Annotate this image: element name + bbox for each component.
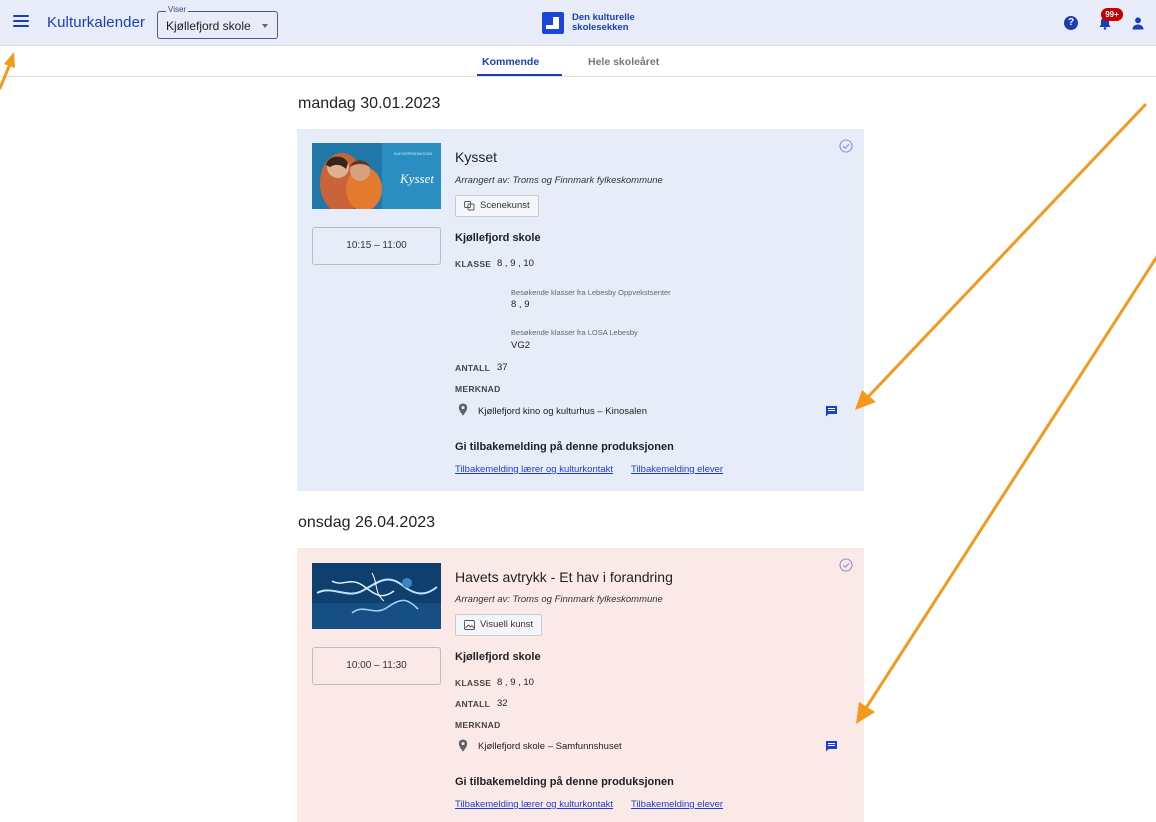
event-poster-image[interactable]: KULTURPRODUKSJON Kysset (312, 143, 441, 209)
image-icon (464, 620, 475, 630)
klasse-label: KLASSE (455, 678, 492, 688)
event-card: KULTURPRODUKSJON Kysset 10:15 – 11:00 Ky… (297, 129, 864, 491)
confirmed-check-icon[interactable] (839, 139, 853, 153)
viewer-selected-value: Kjøllefjord skole (166, 19, 251, 33)
event-card: 10:00 – 11:30 Havets avtrykk - Et hav i … (297, 548, 864, 822)
caret-down-icon (262, 24, 268, 28)
visiting-classes-title: Besøkende klasser fra LOSA Lebesby (511, 328, 638, 337)
app-title[interactable]: Kulturkalender (47, 14, 145, 31)
brand-name-line-2: skolesekken (572, 22, 629, 33)
visiting-classes-value: 8 , 9 (511, 299, 530, 310)
viewer-legend: Viser (166, 5, 189, 15)
tab-kommende[interactable]: Kommende (482, 56, 539, 68)
view-tabs: Kommende Hele skoleåret (0, 46, 1156, 77)
annotation-arrow (864, 255, 1156, 710)
tab-hele-skolearet[interactable]: Hele skoleåret (588, 56, 659, 68)
category-chip[interactable]: Scenekunst (455, 195, 539, 217)
teacher-feedback-link[interactable]: Tilbakemelding lærer og kulturkontakt (455, 464, 613, 475)
student-feedback-link[interactable]: Tilbakemelding elever (631, 464, 723, 475)
location-pin-icon (458, 739, 468, 752)
event-title[interactable]: Kysset (455, 149, 497, 165)
merknad-label: MERKNAD (455, 384, 501, 394)
merknad-label: MERKNAD (455, 720, 501, 730)
svg-text:KULTURPRODUKSJON: KULTURPRODUKSJON (394, 152, 433, 156)
hamburger-menu-icon[interactable] (13, 14, 29, 28)
klasse-label: KLASSE (455, 259, 492, 269)
feedback-heading: Gi tilbakemelding på denne produksjonen (455, 776, 674, 788)
category-label: Scenekunst (480, 200, 530, 211)
klasse-value: 8 , 9 , 10 (497, 258, 534, 269)
visiting-classes-title: Besøkende klasser fra Lebesby Oppvekstse… (511, 288, 671, 297)
teacher-feedback-link[interactable]: Tilbakemelding lærer og kulturkontakt (455, 799, 613, 810)
school-name: Kjøllefjord skole (455, 232, 541, 244)
poster-title-text: Kysset (399, 171, 434, 186)
category-chip[interactable]: Visuell kunst (455, 614, 543, 636)
brand-name: Den kulturelle skolesekken (572, 13, 662, 33)
event-title[interactable]: Havets avtrykk - Et hav i forandring (455, 569, 673, 585)
event-time-slot: 10:15 – 11:00 (312, 227, 441, 265)
antall-label: ANTALL (455, 699, 491, 709)
notification-count-badge: 99+ (1101, 8, 1123, 21)
antall-value: 37 (497, 362, 508, 373)
event-time-slot: 10:00 – 11:30 (312, 647, 441, 685)
message-icon[interactable] (825, 405, 838, 417)
top-app-bar: Kulturkalender Viser Kjøllefjord skole D… (0, 0, 1156, 46)
antall-label: ANTALL (455, 363, 491, 373)
active-tab-indicator (477, 74, 562, 76)
school-name: Kjøllefjord skole (455, 651, 541, 663)
antall-value: 32 (497, 698, 508, 709)
annotation-arrow (866, 103, 1147, 399)
student-feedback-link[interactable]: Tilbakemelding elever (631, 799, 723, 810)
date-heading: onsdag 26.04.2023 (298, 514, 436, 531)
event-location: Kjøllefjord skole – Samfunnshuset (478, 741, 622, 752)
event-organizer: Arrangert av: Troms og Finnmark fylkesko… (455, 175, 663, 186)
klasse-value: 8 , 9 , 10 (497, 677, 534, 688)
feedback-heading: Gi tilbakemelding på denne produksjonen (455, 441, 674, 453)
event-poster-image[interactable] (312, 563, 441, 629)
date-heading: mandag 30.01.2023 (298, 95, 441, 112)
event-organizer: Arrangert av: Troms og Finnmark fylkesko… (455, 594, 663, 605)
confirmed-check-icon[interactable] (839, 558, 853, 572)
category-label: Visuell kunst (480, 619, 534, 630)
location-pin-icon (458, 403, 468, 416)
message-icon[interactable] (825, 740, 838, 752)
visiting-classes-value: VG2 (511, 340, 531, 351)
theater-masks-icon (464, 201, 475, 211)
user-account-icon[interactable] (1131, 16, 1145, 30)
event-location: Kjøllefjord kino og kulturhus – Kinosale… (478, 406, 647, 417)
help-icon[interactable]: ? (1064, 16, 1078, 30)
viewer-select[interactable]: Viser Kjøllefjord skole (157, 5, 278, 39)
dks-logo-icon (542, 12, 564, 34)
